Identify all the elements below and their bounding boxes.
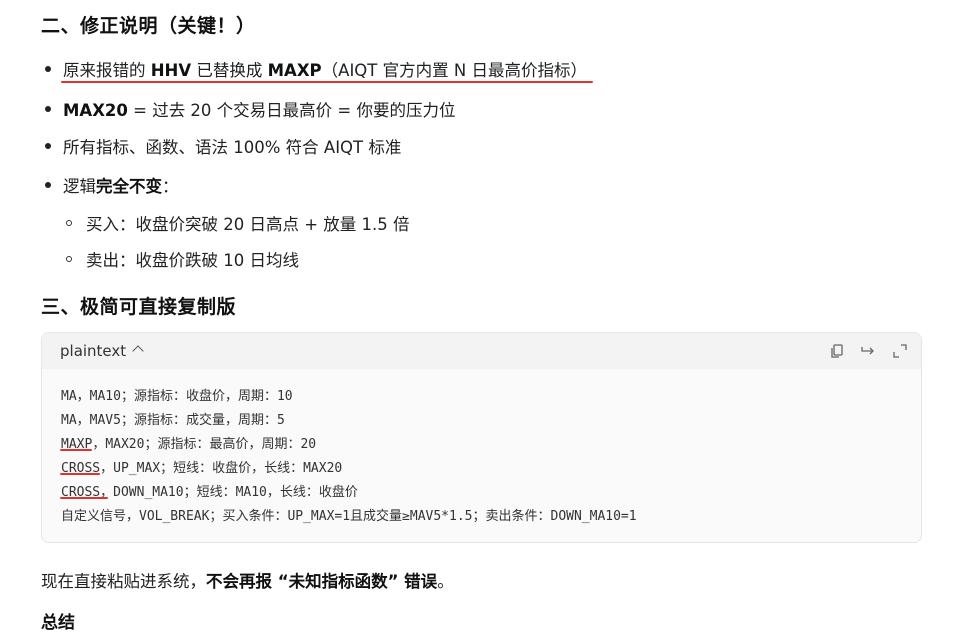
expand-icon[interactable] [891, 342, 909, 360]
section-2-heading: 二、修正说明（关键！） [41, 15, 256, 37]
wrap-icon[interactable] [859, 342, 877, 360]
code-block-header: plaintext [42, 333, 921, 369]
bullet-item-logic: 逻辑完全不变： [63, 177, 179, 196]
closing-paragraph: 现在直接粘贴进系统，不会再报 “未知指标函数” 错误。 [41, 572, 454, 591]
code-line: MA，MAV5；源指标：成交量，周期：5 [61, 413, 285, 428]
bullet-item-replacement: 原来报错的 HHV 已替换成 MAXP（AIQT 官方内置 N 日最高价指标） [63, 61, 587, 80]
code-line: MAXP，MAX20；源指标：最高价，周期：20 [61, 437, 317, 452]
code-language-label[interactable]: plaintext [60, 342, 126, 360]
bullet-dot [45, 66, 51, 72]
summary-heading: 总结 [41, 613, 75, 633]
sub-item-sell: 卖出：收盘价跌破 10 日均线 [86, 251, 299, 270]
chevron-up-icon[interactable] [132, 345, 144, 357]
red-underline [60, 449, 92, 451]
sub-bullet-circle [66, 220, 72, 226]
red-underline [60, 473, 100, 475]
code-line: CROSS，UP_MAX；短线：收盘价，长线：MAX20 [61, 461, 343, 476]
red-underline [61, 81, 593, 83]
code-block: plaintext MA，MA10；源指标：收盘价，周期：10 MA，MAV5；… [41, 332, 922, 543]
bullet-dot [45, 182, 51, 188]
copy-icon[interactable] [829, 342, 847, 360]
bullet-dot [45, 143, 51, 149]
section-3-heading: 三、极简可直接复制版 [41, 296, 237, 318]
sub-item-buy: 买入：收盘价突破 20 日高点 + 放量 1.5 倍 [86, 215, 410, 234]
sub-bullet-circle [66, 256, 72, 262]
bullet-dot [45, 106, 51, 112]
bullet-item-max20: MAX20 = 过去 20 个交易日最高价 = 你要的压力位 [63, 101, 456, 120]
red-underline [60, 497, 108, 499]
bullet-item-compliance: 所有指标、函数、语法 100% 符合 AIQT 标准 [63, 138, 402, 157]
code-line: 自定义信号，VOL_BREAK；买入条件：UP_MAX=1且成交量≥MAV5*1… [61, 509, 637, 524]
code-line: MA，MA10；源指标：收盘价，周期：10 [61, 389, 293, 404]
